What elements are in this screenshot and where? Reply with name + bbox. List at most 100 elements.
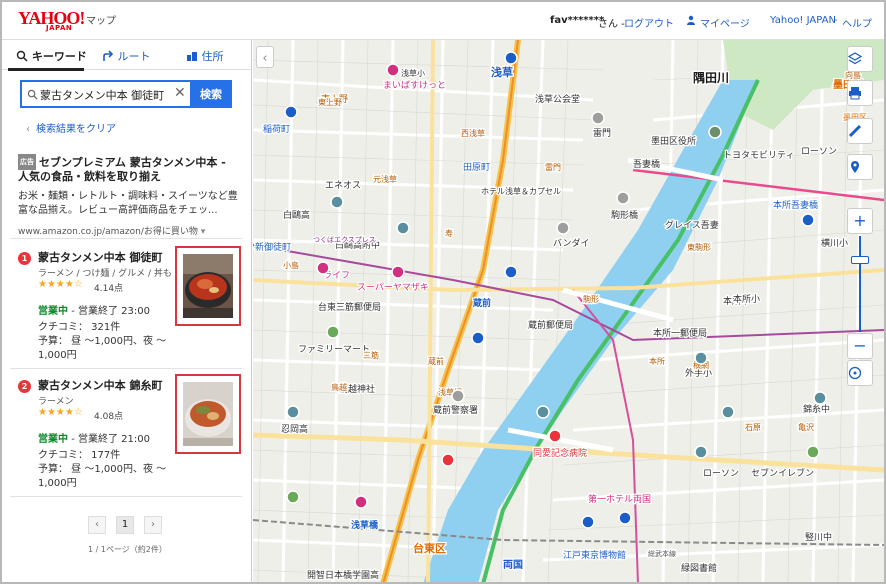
map-poi-marker[interactable] xyxy=(286,490,300,504)
map-poi-marker[interactable] xyxy=(354,495,368,509)
map-poi-marker[interactable] xyxy=(806,445,820,459)
map-poi-marker[interactable] xyxy=(556,221,570,235)
map-poi-marker[interactable] xyxy=(694,351,708,365)
zoom-slider-track[interactable] xyxy=(859,236,861,332)
map-label: 浅草 xyxy=(491,65,513,79)
map-label: 田原町 xyxy=(463,162,490,173)
review-count: クチコミ： 177件 xyxy=(38,450,121,461)
result-item-2[interactable]: 2 蒙古タンメン中本 錦糸町 ラーメン ★★★★☆ 4.08点 営業中 - 営業… xyxy=(18,374,246,494)
search-button[interactable]: 検索 xyxy=(190,80,232,108)
map-poi-marker[interactable] xyxy=(591,111,605,125)
map-poi-marker[interactable] xyxy=(581,515,595,529)
prev-page-button[interactable]: ‹ xyxy=(88,516,106,534)
map-poi-marker[interactable] xyxy=(504,51,518,65)
zoom-slider-handle[interactable] xyxy=(851,256,869,264)
map-poi-marker[interactable] xyxy=(801,213,815,227)
result-name[interactable]: 蒙古タンメン中本 錦糸町 xyxy=(38,377,163,393)
map-label: 稲荷町 xyxy=(263,123,290,135)
ad-title[interactable]: セブンプレミアム 蒙古タンメン中本 - 人気の食品・飲料を取り揃え xyxy=(18,156,226,183)
result-photo[interactable] xyxy=(175,246,241,326)
map-canvas[interactable]: 浅草隅田川墨田区まいばすけっと東上野稲荷町浅草公会堂雷門墨田区役所トヨタモビリテ… xyxy=(253,40,884,582)
business-status: 営業中 - 営業終了 23:00 xyxy=(38,302,150,317)
map-poi-marker[interactable] xyxy=(326,325,340,339)
logout-link[interactable]: ログアウト xyxy=(624,19,674,30)
map-poi-marker[interactable] xyxy=(286,405,300,419)
app-window: YAHOO! JAPAN マップ fav******* さん - ログアウト マ… xyxy=(0,0,886,584)
map-poi-marker[interactable] xyxy=(451,389,465,403)
yahoo-japan-link[interactable]: Yahoo! JAPAN xyxy=(770,15,836,26)
measure-button[interactable] xyxy=(847,118,873,144)
map-poi-marker[interactable] xyxy=(721,405,735,419)
tab-route-label: ルート xyxy=(117,50,151,63)
chevron-left-icon: ‹ xyxy=(26,124,30,135)
map-label: まいばすけっと xyxy=(383,80,446,91)
map-poi-marker[interactable] xyxy=(284,105,298,119)
map-poi-marker[interactable] xyxy=(441,453,455,467)
map-svg: 浅草隅田川墨田区まいばすけっと東上野稲荷町浅草公会堂雷門墨田区役所トヨタモビリテ… xyxy=(253,40,884,582)
search-input-icon xyxy=(27,89,38,100)
map-poi-marker[interactable] xyxy=(616,191,630,205)
map-poi-marker[interactable] xyxy=(536,405,550,419)
map-label: 新御徒町 xyxy=(255,241,291,253)
divider xyxy=(10,368,242,369)
map-poi-marker[interactable] xyxy=(548,429,562,443)
map-label: エネオス xyxy=(325,180,361,191)
map-label: セブンイレブン xyxy=(751,467,814,479)
map-label: 浅草橋 xyxy=(351,519,379,531)
map-label: 本所一郵便局 xyxy=(653,327,707,339)
result-photo[interactable] xyxy=(175,374,241,454)
map-label: 東上野 xyxy=(318,97,342,107)
tab-keyword[interactable]: キーワード xyxy=(16,48,87,64)
ad-block[interactable]: 広告 セブンプレミアム 蒙古タンメン中本 - 人気の食品・飲料を取り揃え お米・麺… xyxy=(18,154,238,237)
map-poi-marker[interactable] xyxy=(391,265,405,279)
map-poi-marker[interactable] xyxy=(504,265,518,279)
result-item-1[interactable]: 1 蒙古タンメン中本 御徒町 ラーメン / つけ麺 / グルメ / 丼も… ★★… xyxy=(18,246,246,366)
map-label: 墨田区役所 xyxy=(651,135,696,147)
active-tab-indicator xyxy=(8,68,84,71)
map-label: 本所吾妻橋 xyxy=(773,199,818,211)
zoom-out-button[interactable]: − xyxy=(847,333,873,359)
clear-results-link[interactable]: ‹ 検索結果をクリア xyxy=(26,120,116,135)
map-label: 小島 xyxy=(283,260,299,270)
user-name: fav******* xyxy=(550,15,605,26)
map-label: 本所小 xyxy=(733,293,760,305)
divider xyxy=(10,496,242,497)
compass-button[interactable] xyxy=(847,360,873,386)
tab-address-label: 住所 xyxy=(201,50,224,63)
budget: 予算： 昼 〜1,000円、夜 〜1,000円 xyxy=(38,336,167,361)
tab-route[interactable]: ルート xyxy=(102,48,151,64)
tab-address[interactable]: 住所 xyxy=(186,48,224,64)
map-poi-marker[interactable] xyxy=(316,261,330,275)
map-label: 石原 xyxy=(745,423,761,432)
map-poi-marker[interactable] xyxy=(471,331,485,345)
ad-url[interactable]: www.amazon.co.jp/amazon/お得に買い物 ▾ xyxy=(18,224,238,237)
clear-icon[interactable]: ✕ xyxy=(174,85,186,101)
map-poi-marker[interactable] xyxy=(618,511,632,525)
map-poi-marker[interactable] xyxy=(813,391,827,405)
next-page-button[interactable]: › xyxy=(144,516,162,534)
status-close-time: - 営業終了 21:00 xyxy=(71,434,150,445)
map-label: 総武本線 xyxy=(648,549,676,558)
zoom-in-button[interactable]: + xyxy=(847,208,873,234)
collapse-sidebar-button[interactable]: ‹ xyxy=(256,46,274,68)
location-button[interactable] xyxy=(847,154,873,180)
map-label: 同愛記念病院 xyxy=(533,447,587,459)
page-1-button[interactable]: 1 xyxy=(116,516,134,534)
map-poi-marker[interactable] xyxy=(396,221,410,235)
map-label: 竪川中 xyxy=(805,531,832,543)
mypage-link[interactable]: マイページ xyxy=(700,19,750,30)
top-bar: YAHOO! JAPAN マップ fav******* さん - ログアウト マ… xyxy=(2,2,884,40)
help-link[interactable]: ヘルプ xyxy=(842,19,872,30)
search-input[interactable] xyxy=(40,86,170,104)
map-label: 隅田川 xyxy=(693,70,729,85)
map-label: グレイス吾妻 xyxy=(665,219,719,231)
map-poi-marker[interactable] xyxy=(708,125,722,139)
map-label: 吾妻橋 xyxy=(633,158,660,170)
map-poi-marker[interactable] xyxy=(694,445,708,459)
print-button[interactable] xyxy=(847,80,873,106)
map-label: 元浅草 xyxy=(373,174,397,184)
layers-button[interactable] xyxy=(847,46,873,72)
result-name[interactable]: 蒙古タンメン中本 御徒町 xyxy=(38,249,163,265)
map-poi-marker[interactable] xyxy=(330,195,344,209)
map-poi-marker[interactable] xyxy=(386,63,400,77)
